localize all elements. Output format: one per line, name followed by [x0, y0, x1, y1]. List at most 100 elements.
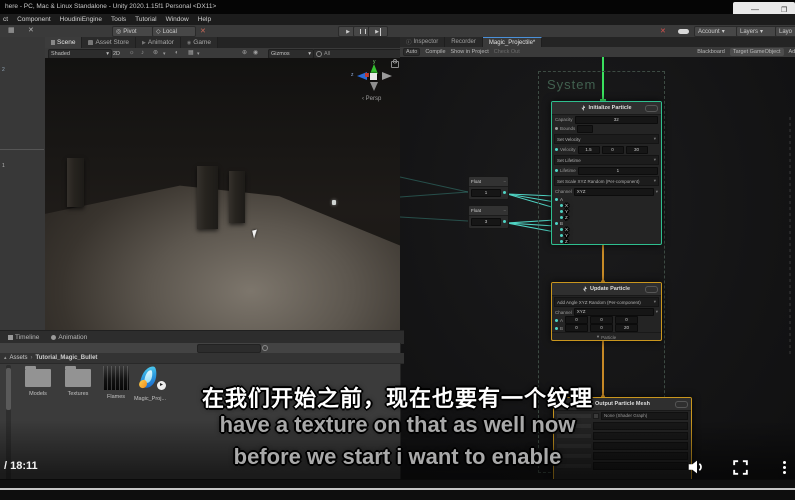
float-node-header[interactable]: Float −	[469, 177, 508, 187]
tab-recorder[interactable]: Recorder	[445, 37, 483, 47]
port-dot[interactable]	[560, 239, 563, 243]
b-y-field[interactable]: 0	[590, 324, 614, 332]
output-port-dot[interactable]	[503, 191, 506, 194]
port-dot[interactable]	[560, 215, 563, 219]
step-button[interactable]: ▶	[368, 26, 388, 37]
initialize-particle-node[interactable]: Initialize Particle Capacity 32 Bounds S…	[551, 101, 662, 245]
add-angle-random-block[interactable]: Add Angle XYZ Random (Per-component) ▾	[554, 297, 659, 307]
project-search-input[interactable]	[197, 344, 261, 353]
bounds-field[interactable]	[577, 124, 594, 133]
float-node-header[interactable]: Float −	[469, 206, 508, 216]
particle-output-port[interactable]: ▾ Particle	[552, 332, 661, 340]
minimize-icon[interactable]: —	[751, 5, 759, 14]
menu-item-component[interactable]: Component	[17, 16, 51, 23]
account-dropdown[interactable]: Account ▾	[694, 26, 739, 37]
lock-icon[interactable]	[391, 59, 399, 68]
block-menu-icon[interactable]: ▾	[654, 178, 656, 184]
blackboard-toggle[interactable]: Blackboard	[697, 49, 725, 55]
set-scale-random-block[interactable]: Set Scale XYZ Random (Per-component) ▾	[554, 176, 659, 186]
breadcrumb-current[interactable]: Tutorial_Magic_Bullet	[36, 355, 98, 361]
particle-output-port[interactable]: ▾ Particle	[552, 244, 661, 245]
menu-item[interactable]: ct	[3, 16, 8, 23]
port-dot[interactable]	[555, 221, 558, 225]
port-dot[interactable]	[560, 209, 563, 213]
collapse-icon[interactable]: ▴	[4, 355, 7, 361]
caret-down-icon[interactable]: ▾	[197, 50, 200, 58]
tab-inspector[interactable]: ⓘ Inspector	[400, 37, 446, 47]
output-port-dot[interactable]	[503, 220, 506, 223]
compile-button[interactable]: Compile	[425, 49, 445, 55]
port-dot[interactable]	[555, 318, 558, 322]
layers-dropdown[interactable]: Layers ▾	[736, 26, 778, 37]
collapse-icon[interactable]: −	[503, 208, 506, 213]
audio-toggle-icon[interactable]: ♪	[141, 49, 144, 57]
scene-visibility-icon[interactable]: ◐	[175, 49, 179, 57]
restore-icon[interactable]: ❐	[781, 6, 787, 14]
hierarchy-item-fragment[interactable]: 2	[2, 67, 5, 73]
grid-toggle-icon[interactable]: ▦	[188, 49, 194, 57]
persp-label[interactable]: ‹ Persp	[362, 96, 381, 102]
block-menu-icon[interactable]: ▾	[654, 299, 656, 305]
collapse-icon[interactable]: −	[503, 179, 506, 184]
block-menu-icon[interactable]: ▾	[654, 157, 656, 163]
port-dot[interactable]	[555, 169, 558, 172]
float-value-field[interactable]: 3	[471, 217, 501, 226]
axis-cone-gray[interactable]	[382, 72, 392, 80]
velocity-z-field[interactable]: 30	[625, 145, 648, 154]
local-button[interactable]: ◇ Local	[152, 26, 196, 37]
float-node[interactable]: Float − 1	[468, 176, 509, 200]
pivot-button[interactable]: ◎ Pivot	[112, 26, 156, 37]
channel-dropdown[interactable]: XYZ	[573, 187, 654, 196]
port-dot[interactable]	[560, 227, 563, 231]
velocity-y-field[interactable]: 0	[601, 145, 624, 154]
port-dot[interactable]	[560, 203, 563, 207]
tab-scene[interactable]: Scene	[45, 37, 83, 48]
update-particle-node[interactable]: Update Particle Add Angle XYZ Random (Pe…	[551, 282, 662, 341]
axis-x-nub[interactable]	[365, 73, 369, 77]
axis-cone-gray[interactable]	[370, 82, 378, 91]
camera-settings-icon[interactable]: ◉	[253, 49, 258, 57]
lifetime-field[interactable]: 1	[577, 166, 658, 175]
layout-dropdown[interactable]: Layo	[775, 26, 795, 37]
b-z-field[interactable]: 20	[615, 324, 639, 332]
a-z-field[interactable]: 0	[615, 316, 639, 324]
menu-item-window[interactable]: Window	[166, 16, 189, 23]
collab-icon[interactable]: ✕	[660, 27, 666, 35]
menu-item-tutorial[interactable]: Tutorial	[135, 16, 156, 23]
port-dot[interactable]	[555, 326, 558, 330]
set-velocity-block[interactable]: Set Velocity ▾	[554, 134, 659, 144]
capacity-field[interactable]: 32	[574, 115, 658, 124]
tab-game[interactable]: ◉ Game	[180, 37, 218, 48]
channel-dropdown[interactable]: XYZ	[573, 308, 654, 316]
cloud-icon[interactable]	[678, 29, 689, 34]
advanced-toggle[interactable]: Adv	[789, 49, 795, 55]
a-y-field[interactable]: 0	[590, 316, 614, 324]
tools-icon[interactable]: ⊕	[242, 49, 247, 57]
hierarchy-item-fragment[interactable]: 1	[2, 163, 5, 169]
show-in-project-button[interactable]: Show in Project	[451, 49, 489, 55]
auto-button[interactable]: Auto	[403, 48, 421, 56]
effects-toggle-icon[interactable]: ⊛	[153, 49, 158, 57]
menu-item-tools[interactable]: Tools	[111, 16, 126, 23]
tab-animator[interactable]: ▶ Animator	[136, 37, 181, 48]
a-x-field[interactable]: 0	[565, 316, 589, 324]
port-dot[interactable]	[560, 233, 563, 237]
set-lifetime-block[interactable]: Set Lifetime ▾	[554, 155, 659, 165]
port-dot[interactable]	[555, 197, 558, 201]
menu-item-help[interactable]: Help	[198, 16, 211, 23]
lighting-toggle-icon[interactable]: ☼	[129, 49, 135, 57]
node-header[interactable]: Update Particle	[552, 283, 661, 296]
tab-asset-store[interactable]: Asset Store	[82, 37, 137, 48]
node-header[interactable]: Initialize Particle	[552, 102, 661, 115]
move-tool-icon[interactable]: ▦	[8, 26, 15, 36]
float-value-field[interactable]: 1	[471, 188, 501, 197]
block-menu-icon[interactable]: ▾	[654, 136, 656, 142]
check-out-button[interactable]: Check Out	[494, 49, 520, 55]
gizmo-center-cube[interactable]	[370, 73, 377, 80]
2d-toggle[interactable]: 2D	[113, 50, 120, 58]
float-node[interactable]: Float − 3	[468, 205, 509, 229]
target-gameobject-toggle[interactable]: Target GameObject	[729, 48, 784, 56]
b-x-field[interactable]: 0	[565, 324, 589, 332]
caret-down-icon[interactable]: ▾	[163, 50, 166, 58]
transform-tool-icon[interactable]: ✕	[28, 26, 34, 36]
